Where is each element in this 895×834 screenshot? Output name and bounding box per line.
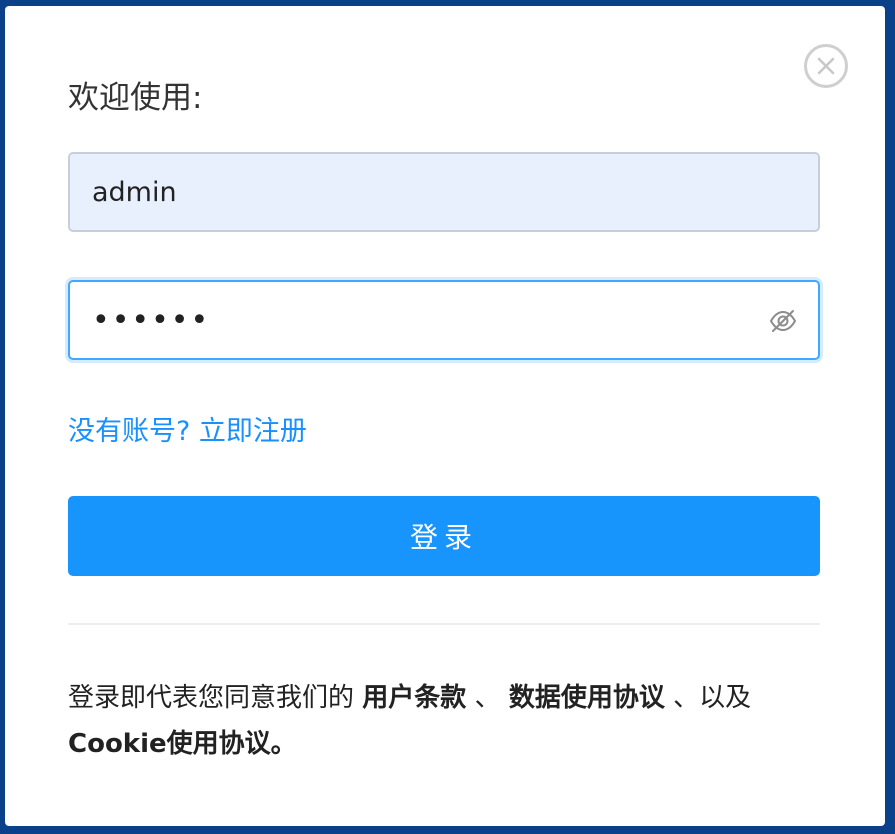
login-dialog: 欢迎使用: 没有账号? 立即注册 登录 登录即代表您同意我们的 用户条款 、 数… <box>5 6 885 826</box>
divider <box>68 623 820 625</box>
username-input[interactable] <box>92 154 752 230</box>
close-icon <box>817 57 835 75</box>
cookie-agreement-link[interactable]: Cookie使用协议。 <box>68 729 297 759</box>
terms-text: 登录即代表您同意我们的 用户条款 、 数据使用协议 、以及 Cookie使用协议… <box>68 675 838 767</box>
login-button[interactable]: 登录 <box>68 496 820 576</box>
user-terms-link[interactable]: 用户条款 <box>362 683 466 713</box>
terms-prefix: 登录即代表您同意我们的 <box>68 683 355 713</box>
dialog-title: 欢迎使用: <box>68 80 203 116</box>
register-link[interactable]: 没有账号? 立即注册 <box>68 412 307 452</box>
terms-separator: 、 <box>474 683 501 713</box>
password-field[interactable] <box>68 280 820 360</box>
username-field[interactable] <box>68 152 820 232</box>
eye-invisible-icon[interactable] <box>768 306 798 336</box>
terms-separator-2: 、以及 <box>673 683 752 713</box>
close-button[interactable] <box>804 44 848 88</box>
data-agreement-link[interactable]: 数据使用协议 <box>509 683 665 713</box>
password-input[interactable] <box>92 282 752 358</box>
